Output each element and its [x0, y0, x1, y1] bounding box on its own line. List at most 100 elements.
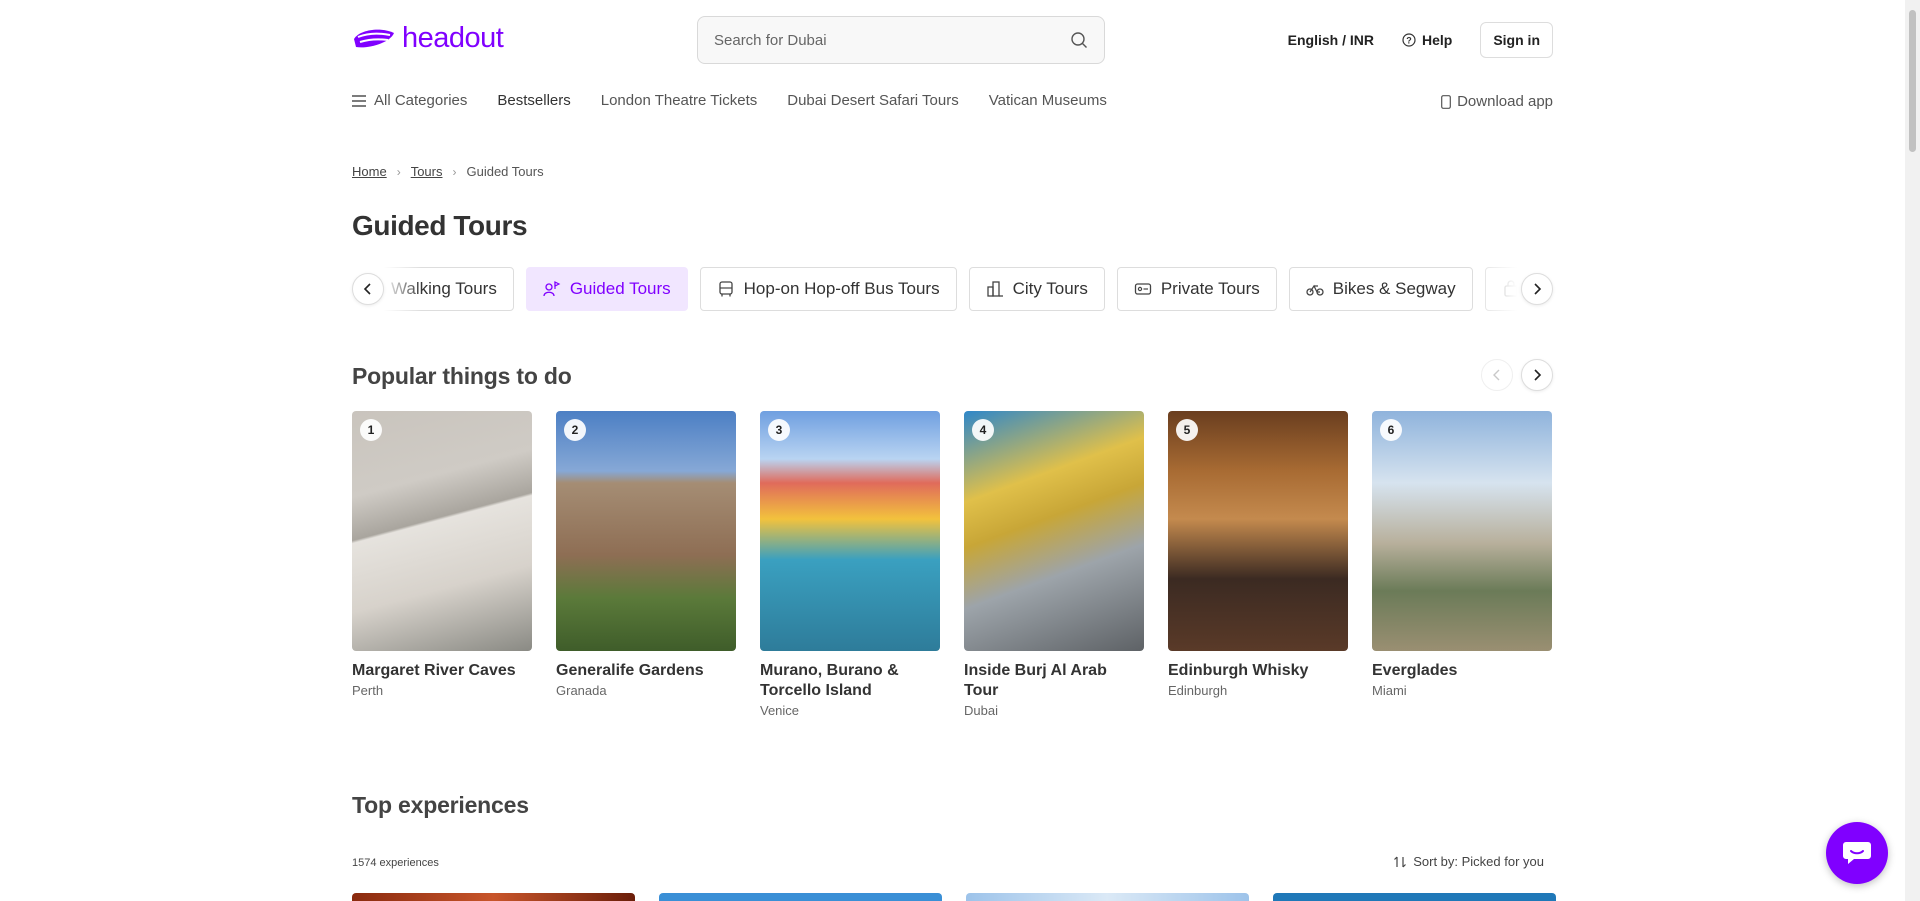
- rank-badge: 2: [564, 419, 586, 441]
- all-categories-menu[interactable]: All Categories: [352, 92, 467, 109]
- breadcrumb: Home › Tours › Guided Tours: [352, 164, 544, 179]
- experience-card-image[interactable]: [1273, 893, 1556, 901]
- sort-dropdown[interactable]: Sort by: Picked for you: [1393, 854, 1544, 869]
- card-title: Margaret River Caves: [352, 662, 516, 679]
- guide-icon: [543, 281, 561, 297]
- rank-badge: 1: [360, 419, 382, 441]
- phone-icon: [1441, 94, 1451, 109]
- chip-label: City Tours: [1012, 279, 1088, 298]
- card-title: Generalife Gardens: [556, 662, 704, 679]
- popular-cards: 1 Margaret River Caves Perth 2 Generalif…: [352, 411, 1552, 718]
- sort-icon: [1394, 856, 1407, 867]
- chip-label: Hop-on Hop-off Bus Tours: [743, 279, 940, 298]
- logo-blimp-icon: [354, 29, 394, 47]
- sign-in-button[interactable]: Sign in: [1480, 22, 1553, 58]
- chevron-right-icon: [1534, 369, 1542, 381]
- chip-label: Bikes & Segway: [1332, 279, 1456, 298]
- category-chip-city-tours[interactable]: City Tours: [968, 267, 1105, 311]
- search-icon[interactable]: [1070, 31, 1088, 49]
- popular-prev-button[interactable]: [1481, 359, 1513, 391]
- card-image: 5: [1168, 411, 1348, 651]
- category-carousel: Walking Tours Guided Tours Hop-on Hop-of…: [352, 267, 1553, 311]
- chevron-right-icon: ›: [452, 164, 457, 179]
- help-link[interactable]: ? Help: [1402, 32, 1452, 48]
- experience-card-image[interactable]: [352, 893, 635, 901]
- experience-card-image[interactable]: [966, 893, 1249, 901]
- card-city: Edinburgh: [1168, 683, 1228, 698]
- nav-item-bestsellers[interactable]: Bestsellers: [497, 92, 570, 109]
- svg-text:?: ?: [1406, 36, 1412, 46]
- experience-count: 1574 experiences: [352, 857, 439, 869]
- nav-item-london-theatre[interactable]: London Theatre Tickets: [601, 92, 758, 109]
- card-image: 2: [556, 411, 736, 651]
- rank-badge: 4: [972, 419, 994, 441]
- card-city: Dubai: [964, 703, 998, 718]
- card-title: Murano, Burano & Torcello Island: [760, 662, 899, 699]
- popular-card[interactable]: 2 Generalife Gardens Granada: [556, 411, 736, 718]
- card-title: Inside Burj Al Arab Tour: [964, 662, 1107, 699]
- rank-badge: 6: [1380, 419, 1402, 441]
- header-actions: English / INR ? Help Sign in: [1288, 22, 1553, 58]
- category-chip-bikes-segway[interactable]: Bikes & Segway: [1288, 267, 1473, 311]
- popular-card[interactable]: 1 Margaret River Caves Perth: [352, 411, 532, 718]
- popular-card[interactable]: 5 Edinburgh Whisky Edinburgh: [1168, 411, 1348, 718]
- card-city: Perth: [352, 683, 384, 698]
- rank-badge: 5: [1176, 419, 1198, 441]
- headout-logo[interactable]: headout: [352, 22, 504, 55]
- bus-icon: [718, 281, 733, 297]
- bike-icon: [1306, 284, 1324, 296]
- popular-card[interactable]: 6 Everglades Miami: [1372, 411, 1552, 718]
- all-categories-label: All Categories: [374, 92, 468, 109]
- chevron-left-icon: [363, 283, 371, 295]
- popular-next-button[interactable]: [1521, 359, 1553, 391]
- popular-section-title: Popular things to do: [352, 363, 572, 389]
- experience-card-image[interactable]: [659, 893, 942, 901]
- chevron-left-icon: [1493, 369, 1500, 381]
- breadcrumb-tours[interactable]: Tours: [411, 164, 443, 179]
- card-title: Edinburgh Whisky: [1168, 662, 1309, 679]
- card-title: Everglades: [1372, 662, 1458, 679]
- card-image: 6: [1372, 411, 1552, 651]
- search-input[interactable]: Search for Dubai: [714, 32, 1070, 49]
- download-app-label: Download app: [1457, 93, 1553, 110]
- hamburger-icon: [352, 94, 366, 107]
- category-chip-guided-tours[interactable]: Guided Tours: [525, 267, 688, 311]
- category-scroll-left-button[interactable]: [352, 273, 384, 305]
- popular-card[interactable]: 3 Murano, Burano & Torcello Island Venic…: [760, 411, 940, 718]
- category-chip-private-tours[interactable]: Private Tours: [1116, 267, 1277, 311]
- chevron-right-icon: [1534, 283, 1542, 295]
- download-app-link[interactable]: Download app: [1441, 93, 1553, 110]
- page-title: Guided Tours: [352, 210, 528, 241]
- nav-item-dubai-desert-safari[interactable]: Dubai Desert Safari Tours: [787, 92, 958, 109]
- chevron-right-icon: ›: [396, 164, 401, 179]
- card-image: 1: [352, 411, 532, 651]
- private-tour-icon: [1134, 283, 1151, 295]
- top-experiences-title: Top experiences: [352, 792, 529, 818]
- chat-bubble-icon: [1843, 842, 1871, 864]
- breadcrumb-home[interactable]: Home: [352, 164, 387, 179]
- nav-item-vatican-museums[interactable]: Vatican Museums: [989, 92, 1107, 109]
- help-label: Help: [1421, 32, 1453, 48]
- card-city: Venice: [760, 703, 800, 718]
- logo-text: headout: [402, 22, 504, 54]
- card-city: Miami: [1372, 683, 1407, 698]
- language-currency-selector[interactable]: English / INR: [1288, 32, 1374, 48]
- category-chip-hop-on-hop-off[interactable]: Hop-on Hop-off Bus Tours: [699, 267, 957, 311]
- chat-support-button[interactable]: [1826, 822, 1888, 884]
- page-scrollbar[interactable]: [1905, 0, 1920, 901]
- city-icon: [986, 281, 1003, 297]
- chip-label: Private Tours: [1160, 279, 1260, 298]
- main-nav: All Categories Bestsellers London Theatr…: [352, 92, 1107, 109]
- popular-card[interactable]: 4 Inside Burj Al Arab Tour Dubai: [964, 411, 1144, 718]
- chip-label: Guided Tours: [569, 279, 671, 298]
- sort-label: Sort by: Picked for you: [1413, 854, 1544, 869]
- card-image: 3: [760, 411, 940, 651]
- experience-cards: [352, 893, 1556, 901]
- scrollbar-thumb[interactable]: [1909, 10, 1916, 152]
- search-bar[interactable]: Search for Dubai: [697, 16, 1105, 64]
- card-city: Granada: [556, 683, 607, 698]
- card-image: 4: [964, 411, 1144, 651]
- category-scroll-right-button[interactable]: [1521, 273, 1553, 305]
- rank-badge: 3: [768, 419, 790, 441]
- breadcrumb-current: Guided Tours: [466, 164, 544, 179]
